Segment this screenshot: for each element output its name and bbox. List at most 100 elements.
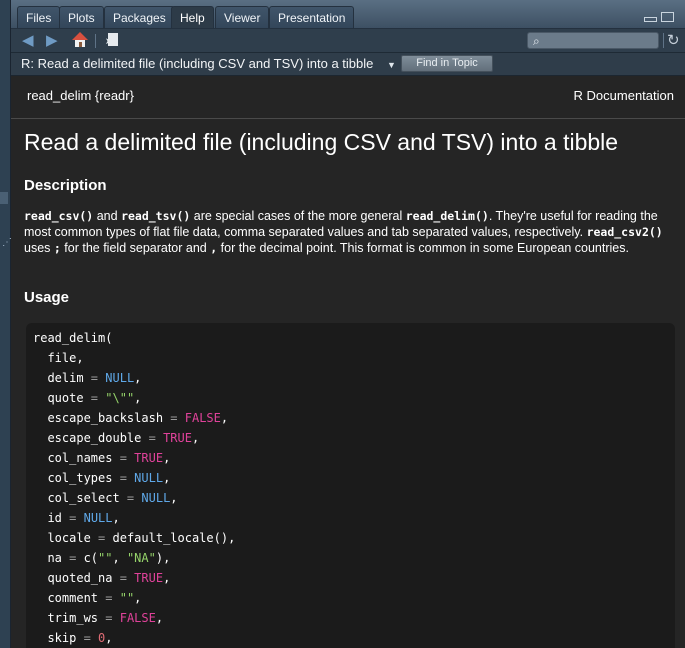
code-token: , xyxy=(112,511,120,525)
maximize-pane-icon[interactable] xyxy=(661,12,674,22)
help-content: read_delim {readr} R Documentation Read … xyxy=(11,76,685,648)
code-token: escape_backslash xyxy=(33,411,171,425)
inline-code: read_csv() xyxy=(24,209,94,223)
divider xyxy=(11,118,685,119)
description-text-segment: uses xyxy=(24,241,54,255)
code-token: , xyxy=(105,631,113,645)
code-token: TRUE xyxy=(134,571,164,585)
page-title: Read a delimited file (including CSV and… xyxy=(24,129,619,155)
code-token: , xyxy=(155,611,164,625)
left-pane-edge: ⋰ xyxy=(0,0,12,648)
code-line: escape_double = TRUE, xyxy=(33,428,235,448)
code-line: na = c("", "NA"), xyxy=(33,548,235,568)
code-token: na xyxy=(33,551,70,565)
code-token: skip xyxy=(33,631,84,645)
code-token: quoted_na xyxy=(33,571,120,585)
usage-heading: Usage xyxy=(24,289,70,306)
help-search-input[interactable] xyxy=(548,34,654,47)
package-label: read_delim {readr} xyxy=(27,88,134,103)
help-toolbar: ◀ ▶ ➤ ⌕ ↻ xyxy=(11,29,685,53)
code-token: c( xyxy=(76,551,99,565)
code-token: = xyxy=(148,431,156,445)
description-heading: Description xyxy=(24,177,107,194)
tab-plots[interactable]: Plots xyxy=(59,6,104,28)
code-token: = xyxy=(119,451,127,465)
r-documentation-label: R Documentation xyxy=(573,88,674,103)
code-token: , xyxy=(220,411,229,425)
code-token: TRUE xyxy=(163,431,192,445)
code-token: FALSE xyxy=(119,611,156,625)
tab-packages[interactable]: Packages xyxy=(104,6,175,28)
tab-presentation[interactable]: Presentation xyxy=(269,6,355,28)
code-line: file, xyxy=(33,348,235,368)
code-line: col_types = NULL, xyxy=(33,468,235,488)
refresh-icon[interactable]: ↻ xyxy=(667,32,680,49)
code-token: = xyxy=(119,571,127,585)
tab-viewer[interactable]: Viewer xyxy=(215,6,270,28)
code-token: quote xyxy=(33,391,91,405)
popout-window-icon[interactable]: ➤ xyxy=(105,32,119,49)
code-token: escape_double xyxy=(33,431,149,445)
code-token: , xyxy=(163,471,171,485)
topic-title-dropdown[interactable]: R: Read a delimited file (including CSV … xyxy=(21,55,373,73)
home-icon[interactable] xyxy=(71,32,89,49)
code-token: = xyxy=(170,411,178,425)
description-text-segment: for the field separator and xyxy=(60,241,211,255)
code-line: escape_backslash = FALSE, xyxy=(33,408,235,428)
code-line: col_names = TRUE, xyxy=(33,448,235,468)
code-token: default_locale(), xyxy=(105,531,236,545)
code-token: NULL xyxy=(105,371,135,385)
code-line: skip = 0, xyxy=(33,628,235,648)
code-token: read_delim( xyxy=(33,331,113,345)
code-line: delim = NULL, xyxy=(33,368,235,388)
tab-help[interactable]: Help xyxy=(171,6,214,28)
code-token: , xyxy=(163,451,171,465)
topic-bar: R: Read a delimited file (including CSV … xyxy=(11,53,685,76)
code-line: read_delim( xyxy=(33,328,235,348)
description-text-segment: for the decimal point. This format is co… xyxy=(217,241,629,255)
tab-files[interactable]: Files xyxy=(17,6,61,28)
description-text-segment: and xyxy=(93,209,122,223)
code-token: = xyxy=(83,631,91,645)
code-token: NULL xyxy=(83,511,113,525)
code-token: delim xyxy=(33,371,91,385)
code-line: quoted_na = TRUE, xyxy=(33,568,235,588)
code-token: , xyxy=(170,491,178,505)
code-token: comment xyxy=(33,591,106,605)
description-text-segment: are special cases of the more general xyxy=(190,209,406,223)
minimize-pane-icon[interactable] xyxy=(644,17,657,22)
description-text: read_csv() and read_tsv() are special ca… xyxy=(24,208,674,256)
toolbar-separator xyxy=(663,33,664,48)
inline-code: read_delim() xyxy=(405,209,489,223)
code-token: , xyxy=(134,391,142,405)
code-token: id xyxy=(33,511,70,525)
code-token: "\"" xyxy=(105,391,135,405)
find-in-topic-button[interactable]: Find in Topic xyxy=(401,55,493,72)
code-token: NULL xyxy=(134,471,164,485)
pane-collapse-marker[interactable] xyxy=(0,192,8,204)
code-token: "" xyxy=(119,591,135,605)
chevron-down-icon[interactable]: ▼ xyxy=(387,56,396,74)
code-token: trim_ws xyxy=(33,611,106,625)
code-line: col_select = NULL, xyxy=(33,488,235,508)
code-token: "NA" xyxy=(126,551,156,565)
code-token: FALSE xyxy=(184,411,221,425)
forward-arrow-icon[interactable]: ▶ xyxy=(46,32,58,49)
code-line: comment = "", xyxy=(33,588,235,608)
toolbar-separator xyxy=(95,34,96,48)
code-token: , xyxy=(134,591,142,605)
code-token: col_select xyxy=(33,491,127,505)
help-pane: Files Plots Packages Help Viewer Present… xyxy=(11,0,685,648)
inline-code: read_csv2() xyxy=(586,225,663,239)
code-line: quote = "\"", xyxy=(33,388,235,408)
code-token: , xyxy=(191,431,200,445)
help-search-box[interactable]: ⌕ xyxy=(527,32,659,49)
inline-code: ; xyxy=(53,241,61,255)
back-arrow-icon[interactable]: ◀ xyxy=(22,32,34,49)
code-token: locale xyxy=(33,531,99,545)
